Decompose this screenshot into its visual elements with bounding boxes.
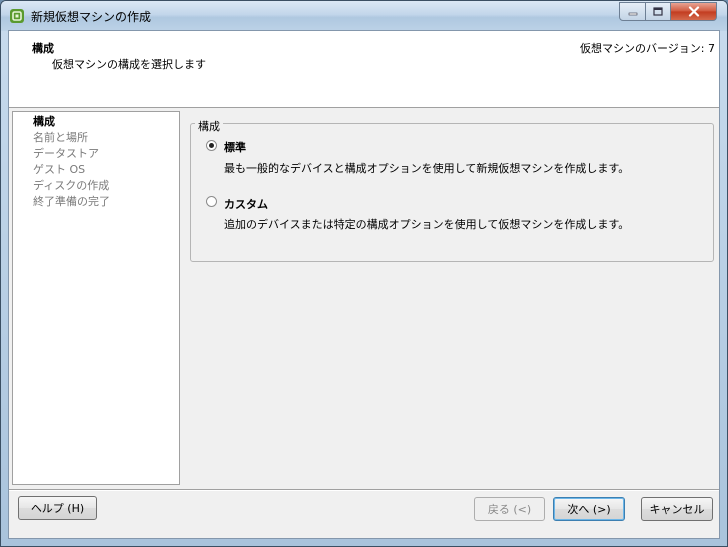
maximize-icon <box>653 7 663 16</box>
page-subtitle: 仮想マシンの構成を選択します <box>52 58 206 71</box>
step-datastore: データストア <box>33 147 99 160</box>
wizard-header: 構成 仮想マシンの構成を選択します 仮想マシンのバージョン: 7 <box>9 31 719 108</box>
close-icon <box>688 6 699 17</box>
vm-version-label: 仮想マシンのバージョン: 7 <box>580 42 715 55</box>
radio-custom[interactable] <box>206 196 217 207</box>
wizard-content: 構成 仮想マシンの構成を選択します 仮想マシンのバージョン: 7 構成 名前と場… <box>8 30 720 539</box>
title-bar[interactable]: 新規仮想マシンの作成 <box>1 1 727 31</box>
step-ready-to-complete: 終了準備の完了 <box>33 195 110 208</box>
window-title: 新規仮想マシンの作成 <box>31 10 152 24</box>
configuration-group-legend: 構成 <box>195 118 223 134</box>
step-name-location: 名前と場所 <box>33 131 88 144</box>
minimize-icon <box>628 12 637 15</box>
close-button[interactable] <box>670 2 717 21</box>
option-custom-label[interactable]: カスタム <box>224 196 268 212</box>
wizard-window: 新規仮想マシンの作成 構成 仮想マシンの構成を選択します 仮想マシンのバージョン… <box>0 0 728 547</box>
footer-divider <box>9 489 719 491</box>
option-custom-description: 追加のデバイスまたは特定の構成オプションを使用して仮想マシンを作成します。 <box>224 218 630 231</box>
vsphere-app-icon <box>10 9 24 23</box>
maximize-button[interactable] <box>645 2 671 21</box>
help-button[interactable]: ヘルプ (H) <box>18 496 97 520</box>
radio-typical[interactable] <box>206 140 217 151</box>
option-typical-description: 最も一般的なデバイスと構成オプションを使用して新規仮想マシンを作成します。 <box>224 162 630 175</box>
cancel-button[interactable]: キャンセル <box>641 497 713 521</box>
wizard-steps-panel: 構成 名前と場所 データストア ゲスト OS ディスクの作成 終了準備の完了 <box>12 111 180 485</box>
minimize-button[interactable] <box>619 2 646 21</box>
step-configuration[interactable]: 構成 <box>33 114 55 129</box>
configuration-groupbox <box>190 123 714 262</box>
option-typical-label[interactable]: 標準 <box>224 139 246 155</box>
next-button[interactable]: 次へ (>) <box>553 497 625 521</box>
step-create-disk: ディスクの作成 <box>33 179 110 192</box>
step-guest-os: ゲスト OS <box>33 163 86 176</box>
back-button[interactable]: 戻る (<) <box>474 497 545 521</box>
page-title: 構成 <box>32 42 54 55</box>
